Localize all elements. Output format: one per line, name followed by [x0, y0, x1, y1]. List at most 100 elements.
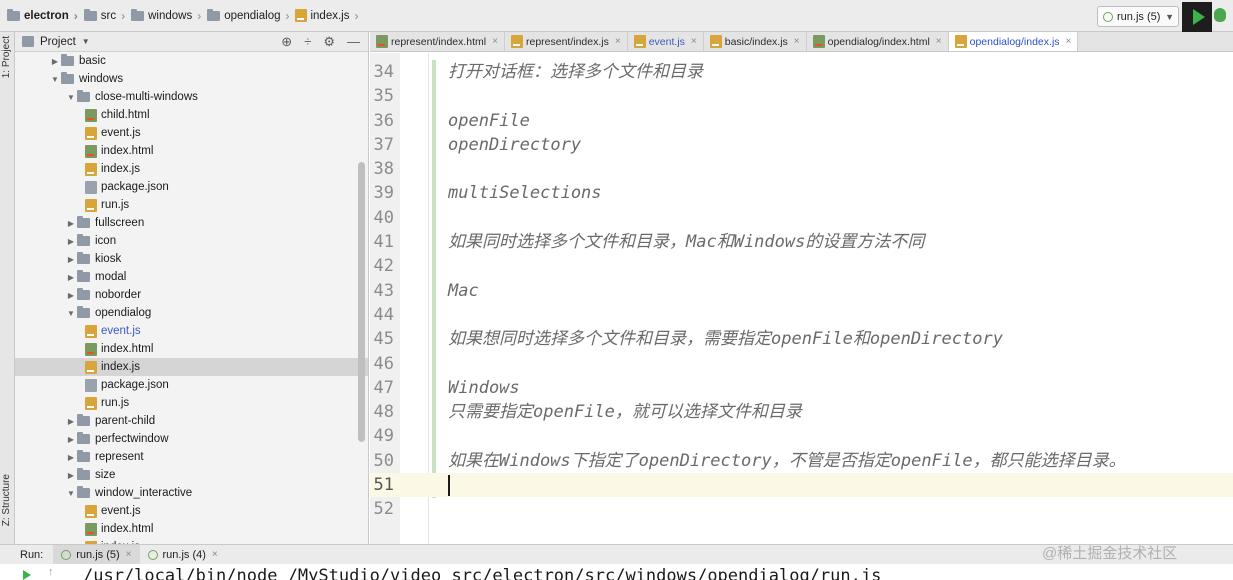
tree-folder-item[interactable]: ▶ kiosk — [15, 250, 368, 268]
chevron-right-icon[interactable]: ▶ — [65, 417, 77, 426]
tree-folder-item[interactable]: ▼ windows — [15, 70, 368, 88]
tree-folder-item[interactable]: ▶ icon — [15, 232, 368, 250]
tree-folder-item[interactable]: ▶ noborder — [15, 286, 368, 304]
tree-file-item[interactable]: index.html — [15, 142, 368, 160]
code-line[interactable]: 47 Windows — [370, 376, 1233, 400]
code-line[interactable]: 43 Mac — [370, 279, 1233, 303]
breadcrumb-item[interactable]: src › — [81, 0, 128, 31]
arrow-up-icon[interactable]: ↑ — [48, 566, 54, 578]
chevron-down-icon[interactable]: ▼ — [65, 93, 77, 102]
close-icon[interactable]: × — [492, 36, 498, 47]
chevron-down-icon[interactable]: ▼ — [65, 489, 77, 498]
code-line[interactable]: 35 — [370, 84, 1233, 108]
chevron-right-icon[interactable]: ▶ — [65, 291, 77, 300]
editor-tab[interactable]: represent/index.js × — [505, 32, 628, 51]
code-editor[interactable]: 34 打开对话框：选择多个文件和目录 35 36 openFile 37 openDirec… — [370, 53, 1233, 544]
tree-file-item[interactable]: package.json — [15, 178, 368, 196]
breadcrumb-item[interactable]: opendialog › — [204, 0, 292, 31]
tree-folder-item[interactable]: ▼ close-multi-windows — [15, 88, 368, 106]
chevron-right-icon[interactable]: ▶ — [49, 57, 61, 66]
code-line[interactable]: 39 multiSelections — [370, 181, 1233, 205]
tree-file-item[interactable]: run.js — [15, 196, 368, 214]
breadcrumb-item[interactable]: windows › — [128, 0, 204, 31]
tree-file-item[interactable]: event.js — [15, 124, 368, 142]
tree-folder-item[interactable]: ▶ basic — [15, 52, 368, 70]
editor-tab[interactable]: event.js × — [628, 32, 704, 51]
code-line[interactable]: 50 如果在Windows下指定了openDirectory，不管是否指定open… — [370, 449, 1233, 473]
code-line[interactable]: 34 打开对话框：选择多个文件和目录 — [370, 60, 1233, 84]
code-line[interactable]: 51 — [370, 473, 1233, 498]
tree-item-label: index.js — [101, 163, 140, 175]
run-tab[interactable]: run.js (4) × — [140, 545, 226, 564]
close-icon[interactable]: × — [691, 36, 697, 47]
collapse-icon[interactable]: ÷ — [304, 34, 311, 49]
chevron-down-icon[interactable]: ▼ — [82, 37, 90, 46]
chevron-right-icon[interactable]: ▶ — [65, 255, 77, 264]
code-line[interactable]: 40 — [370, 206, 1233, 230]
chevron-right-icon[interactable]: ▶ — [65, 237, 77, 246]
chevron-right-icon[interactable]: ▶ — [65, 453, 77, 462]
code-line[interactable]: 38 — [370, 157, 1233, 181]
close-icon[interactable]: × — [936, 36, 942, 47]
minimize-icon[interactable]: — — [347, 34, 360, 49]
project-view-selector[interactable]: Project — [40, 36, 76, 48]
code-line[interactable]: 46 — [370, 352, 1233, 376]
debug-button[interactable] — [1214, 8, 1228, 24]
code-line[interactable]: 42 — [370, 254, 1233, 278]
tree-folder-item[interactable]: ▶ represent — [15, 448, 368, 466]
code-line[interactable]: 49 — [370, 424, 1233, 448]
tree-folder-item[interactable]: ▶ perfectwindow — [15, 430, 368, 448]
breadcrumb-item[interactable]: index.js › — [292, 0, 361, 31]
editor-tab[interactable]: basic/index.js × — [704, 32, 807, 51]
code-line[interactable]: 44 — [370, 303, 1233, 327]
tree-folder-item[interactable]: ▶ modal — [15, 268, 368, 286]
tree-file-item[interactable]: index.js — [15, 358, 368, 376]
chevron-right-icon[interactable]: ▶ — [65, 471, 77, 480]
tree-file-item[interactable]: run.js — [15, 394, 368, 412]
editor-tab[interactable]: represent/index.html × — [370, 32, 505, 51]
code-line[interactable]: 36 openFile — [370, 109, 1233, 133]
target-icon[interactable]: ⊕ — [281, 34, 292, 50]
code-line[interactable]: 37 openDirectory — [370, 133, 1233, 157]
run-tab[interactable]: run.js (5) × — [53, 545, 140, 564]
breadcrumb-item[interactable]: electron › — [4, 0, 81, 31]
close-icon[interactable]: × — [126, 549, 132, 560]
gear-icon[interactable]: ⚙ — [323, 34, 335, 50]
tree-folder-item[interactable]: ▶ size — [15, 466, 368, 484]
tree-folder-item[interactable]: ▶ parent-child — [15, 412, 368, 430]
code-line[interactable]: 45 如果想同时选择多个文件和目录，需要指定openFile和openDirect… — [370, 327, 1233, 351]
tree-scrollbar[interactable] — [358, 162, 365, 442]
editor-tab[interactable]: opendialog/index.html × — [807, 32, 949, 51]
chevron-down-icon[interactable]: ▼ — [65, 309, 77, 318]
tree-file-item[interactable]: event.js — [15, 322, 368, 340]
chevron-right-icon[interactable]: ▶ — [65, 273, 77, 282]
structure-tool-tab[interactable]: Z: Structure — [1, 474, 12, 526]
close-icon[interactable]: × — [794, 36, 800, 47]
tree-folder-item[interactable]: ▼ opendialog — [15, 304, 368, 322]
run-button[interactable] — [1182, 2, 1212, 32]
close-icon[interactable]: × — [212, 549, 218, 560]
js-file-icon — [85, 396, 97, 410]
run-config-selector[interactable]: run.js (5) ▼ — [1097, 6, 1179, 27]
close-icon[interactable]: × — [615, 36, 621, 47]
js-file-icon — [85, 360, 97, 374]
code-line[interactable]: 52 — [370, 497, 1233, 521]
close-icon[interactable]: × — [1066, 36, 1072, 47]
project-tool-tab[interactable]: 1: Project — [1, 36, 12, 78]
tree-file-item[interactable]: index.html — [15, 520, 368, 538]
tree-folder-item[interactable]: ▶ fullscreen — [15, 214, 368, 232]
tree-file-item[interactable]: event.js — [15, 502, 368, 520]
tree-file-item[interactable]: package.json — [15, 376, 368, 394]
code-text: 只需要指定openFile，就可以选择文件和目录 — [448, 402, 802, 423]
rerun-icon[interactable] — [23, 570, 31, 580]
editor-tab[interactable]: opendialog/index.js × — [948, 32, 1079, 51]
chevron-right-icon[interactable]: ▶ — [65, 219, 77, 228]
chevron-down-icon[interactable]: ▼ — [49, 75, 61, 84]
tree-file-item[interactable]: index.html — [15, 340, 368, 358]
tree-file-item[interactable]: child.html — [15, 106, 368, 124]
code-line[interactable]: 48 只需要指定openFile，就可以选择文件和目录 — [370, 400, 1233, 424]
code-line[interactable]: 41 如果同时选择多个文件和目录，Mac和Windows的设置方法不同 — [370, 230, 1233, 254]
chevron-right-icon[interactable]: ▶ — [65, 435, 77, 444]
tree-file-item[interactable]: index.js — [15, 160, 368, 178]
tree-folder-item[interactable]: ▼ window_interactive — [15, 484, 368, 502]
